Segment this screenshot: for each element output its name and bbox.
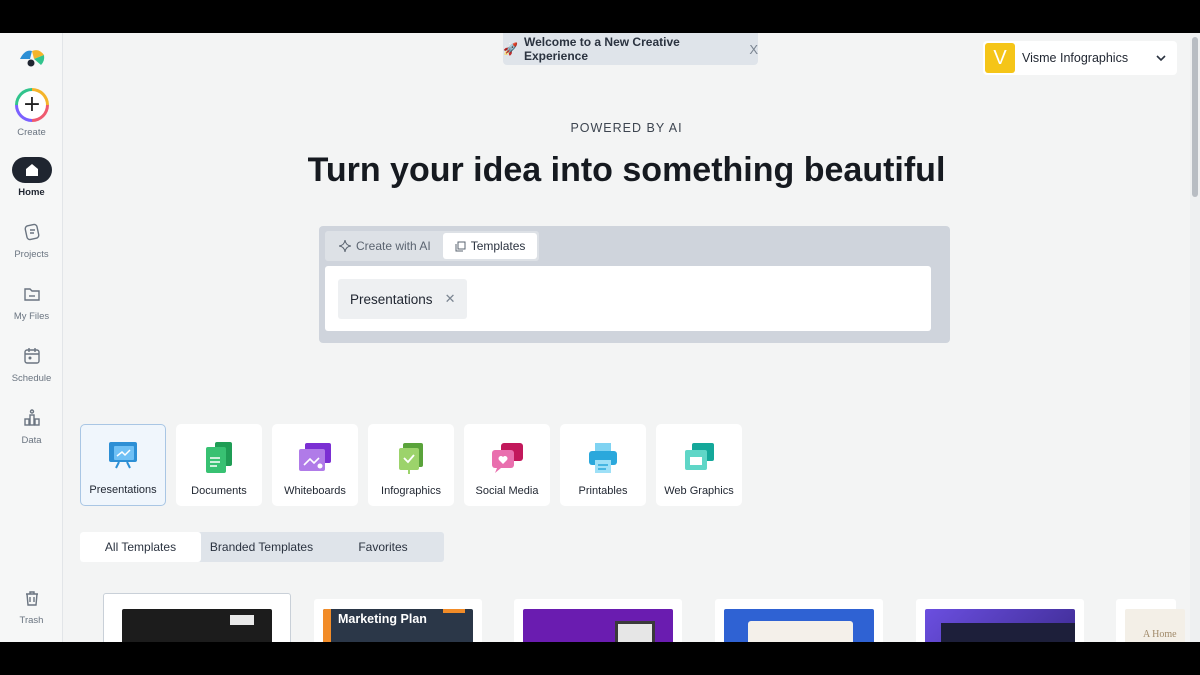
thumbnail-accent: [443, 609, 465, 613]
template-card[interactable]: Marketing Plan: [314, 599, 482, 642]
category-whiteboards[interactable]: Whiteboards: [272, 424, 358, 506]
sidebar: + Create Home Projects My Files Schedule…: [0, 33, 63, 642]
folder-icon: [12, 281, 52, 307]
template-card[interactable]: [916, 599, 1084, 642]
category-social-media[interactable]: Social Media: [464, 424, 550, 506]
sparkle-icon: [339, 240, 351, 252]
category-label: Social Media: [475, 485, 539, 497]
chip-label: Presentations: [350, 291, 433, 307]
sidebar-item-trash[interactable]: Trash: [0, 585, 63, 626]
welcome-banner: 🚀 Welcome to a New Creative Experience X: [503, 33, 758, 65]
tab-branded-templates[interactable]: Branded Templates: [201, 532, 322, 562]
workspace-avatar: V: [985, 43, 1015, 73]
category-label: Documents: [191, 485, 247, 497]
app-frame: + Create Home Projects My Files Schedule…: [0, 33, 1200, 642]
template-thumbnail: [122, 609, 272, 642]
hero-eyebrow: POWERED BY AI: [570, 121, 683, 135]
template-filter-tabs: All Templates Branded Templates Favorite…: [80, 532, 444, 562]
documents-icon: [206, 442, 232, 473]
template-card[interactable]: [103, 593, 291, 642]
trash-icon: [12, 585, 52, 611]
visme-logo[interactable]: [17, 47, 47, 69]
template-thumbnail: Marketing Plan: [323, 609, 473, 642]
rocket-icon: 🚀: [503, 42, 518, 56]
social-media-icon: [492, 443, 523, 473]
home-icon: [11, 157, 52, 183]
whiteboards-icon: [299, 443, 331, 471]
tab-label: Create with AI: [356, 239, 431, 253]
category-printables[interactable]: Printables: [560, 424, 646, 506]
sidebar-item-label: Data: [21, 435, 42, 446]
presentations-icon: [109, 442, 137, 469]
thumbnail-logo: [230, 615, 254, 625]
projects-icon: [12, 219, 52, 245]
data-icon: [12, 405, 52, 431]
banner-text: Welcome to a New Creative Experience: [523, 35, 680, 63]
template-title: A Home: [1143, 629, 1177, 640]
calendar-icon: [12, 343, 52, 369]
template-thumbnail: [724, 609, 874, 642]
printables-icon: [589, 443, 617, 473]
tab-templates[interactable]: Templates: [442, 233, 538, 259]
tab-all-templates[interactable]: All Templates: [80, 532, 201, 562]
sidebar-item-schedule[interactable]: Schedule: [0, 343, 63, 384]
filter-chip[interactable]: Presentations ✕: [338, 279, 468, 319]
plus-icon: +: [18, 91, 46, 119]
category-presentations[interactable]: Presentations: [80, 424, 166, 506]
sidebar-item-data[interactable]: Data: [0, 405, 63, 446]
create-label: Create: [17, 127, 46, 138]
template-thumbnail: [523, 609, 673, 642]
template-card[interactable]: [514, 599, 682, 642]
trash-label: Trash: [19, 615, 44, 626]
create-button[interactable]: +: [15, 88, 49, 122]
sidebar-item-label: My Files: [13, 311, 50, 322]
scrollbar-thumb[interactable]: [1192, 37, 1198, 197]
remove-chip-icon[interactable]: ✕: [445, 291, 456, 307]
template-card[interactable]: [715, 599, 883, 642]
sidebar-item-home[interactable]: Home: [0, 157, 63, 198]
category-documents[interactable]: Documents: [176, 424, 262, 506]
sidebar-item-my-files[interactable]: My Files: [0, 281, 63, 322]
template-thumbnail: A Home: [1125, 609, 1185, 642]
sidebar-item-label: Schedule: [11, 373, 52, 384]
category-web-graphics[interactable]: Web Graphics: [656, 424, 742, 506]
category-label: Whiteboards: [284, 485, 346, 497]
thumbnail-image: [615, 621, 655, 642]
chevron-down-icon: [1156, 55, 1166, 62]
sidebar-item-label: Projects: [14, 249, 49, 260]
scrollbar[interactable]: [1190, 33, 1200, 642]
category-label: Presentations: [89, 484, 157, 496]
category-label: Printables: [578, 485, 628, 497]
close-banner-button[interactable]: X: [749, 42, 758, 57]
infographics-icon: [399, 443, 423, 474]
create-label-wrap: Create: [0, 127, 63, 138]
tab-label: Templates: [470, 239, 526, 253]
workspace-name: Visme Infographics: [1022, 51, 1129, 65]
category-infographics[interactable]: Infographics: [368, 424, 454, 506]
thumbnail-image: [941, 623, 1075, 642]
template-title: Marketing Plan: [338, 612, 427, 626]
tab-create-with-ai[interactable]: Create with AI: [327, 233, 443, 259]
sidebar-item-projects[interactable]: Projects: [0, 219, 63, 260]
account-switcher[interactable]: V Visme Infographics: [983, 41, 1177, 75]
thumbnail-image: [748, 621, 853, 642]
mode-tabs: Create with AI Templates: [325, 231, 540, 261]
thumbnail-accent: [323, 609, 331, 642]
search-input[interactable]: Presentations ✕: [325, 266, 931, 331]
template-card[interactable]: A Home: [1116, 599, 1185, 642]
templates-icon: [455, 241, 466, 251]
sidebar-item-label: Home: [18, 187, 45, 198]
category-list: Presentations Documents Whiteboards Info…: [80, 424, 742, 506]
category-label: Infographics: [381, 485, 441, 497]
web-graphics-icon: [685, 443, 714, 470]
category-label: Web Graphics: [664, 485, 734, 497]
page-title: Turn your idea into something beautiful: [307, 151, 946, 189]
template-grid: Marketing Plan A Home: [103, 593, 1190, 642]
template-thumbnail: [925, 609, 1075, 642]
tab-favorites[interactable]: Favorites: [322, 532, 444, 562]
search-panel: Create with AI Templates Presentations ✕: [319, 226, 950, 343]
